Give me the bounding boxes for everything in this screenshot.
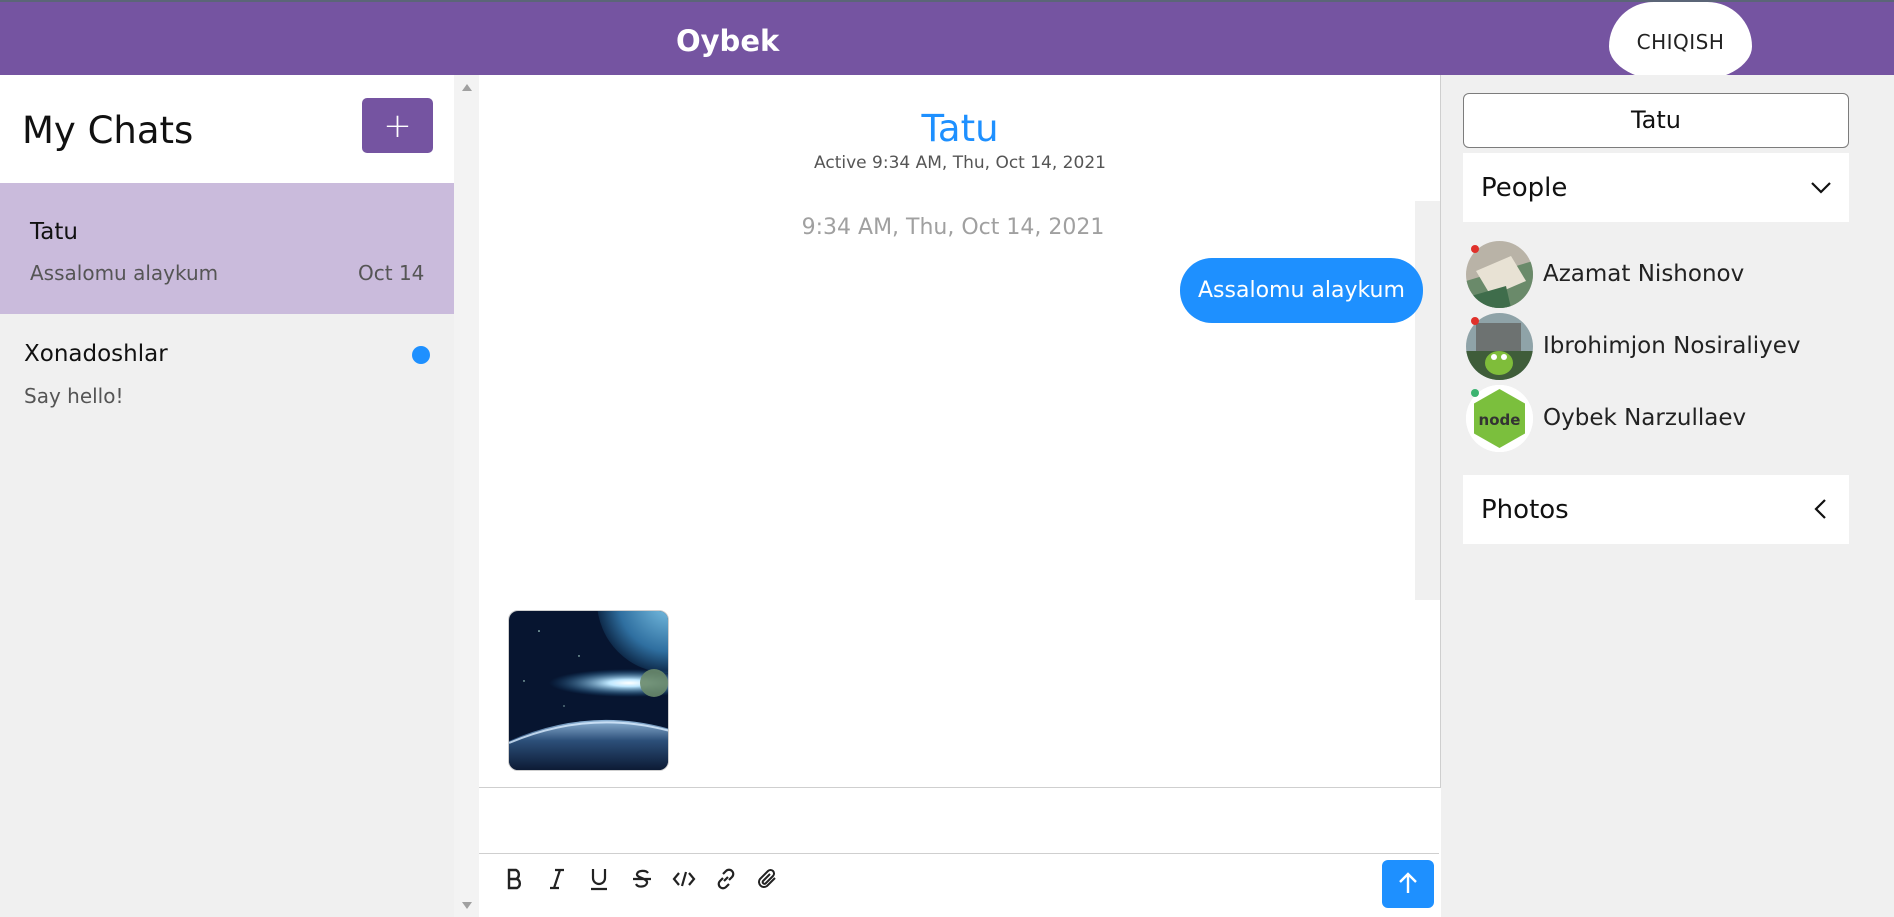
- chat-title-input[interactable]: Tatu: [1463, 93, 1849, 148]
- chat-card-date: Oct 14: [358, 261, 425, 285]
- person-name: Azamat Nishonov: [1543, 261, 1745, 287]
- bold-icon[interactable]: [501, 865, 529, 893]
- scroll-up-icon[interactable]: [462, 84, 472, 91]
- arrow-up-icon: [1397, 871, 1419, 898]
- underline-icon[interactable]: [585, 865, 613, 893]
- people-section[interactable]: People: [1463, 153, 1849, 222]
- chat-list-panel: My Chats + Tatu Assalomu alaykum Oct 14 …: [0, 75, 454, 917]
- new-chat-button[interactable]: +: [362, 98, 433, 153]
- person-row: Ibrohimjon Nosiraliyev: [1466, 313, 1846, 381]
- chevron-down-icon[interactable]: [1809, 175, 1833, 204]
- chat-feed: Tatu Active 9:34 AM, Thu, Oct 14, 2021 9…: [479, 75, 1441, 917]
- italic-icon[interactable]: [543, 865, 571, 893]
- chat-list-heading: My Chats: [22, 109, 194, 152]
- chat-subtitle: Active 9:34 AM, Thu, Oct 14, 2021: [814, 153, 1106, 173]
- top-bar: Oybek CHIQISH: [0, 0, 1894, 82]
- person-name: Oybek Narzullaev: [1543, 405, 1747, 431]
- code-icon[interactable]: [670, 865, 698, 893]
- photos-section[interactable]: Photos: [1463, 475, 1849, 544]
- chat-title: Tatu: [921, 107, 999, 150]
- chat-card-tatu[interactable]: Tatu Assalomu alaykum Oct 14: [0, 183, 454, 314]
- attachment-icon[interactable]: [754, 865, 782, 893]
- chat-card-preview: Assalomu alaykum: [30, 261, 219, 285]
- svg-text:node: node: [1479, 411, 1521, 429]
- offline-status-dot: [1471, 245, 1479, 253]
- chat-list-header: My Chats +: [0, 75, 454, 183]
- send-button[interactable]: [1382, 860, 1434, 908]
- strikethrough-icon[interactable]: [628, 865, 656, 893]
- chat-card-xonadoshlar[interactable]: Xonadoshlar Say hello!: [0, 314, 454, 424]
- message-composer: [479, 787, 1441, 917]
- person-name: Ibrohimjon Nosiraliyev: [1543, 333, 1801, 359]
- scroll-down-icon[interactable]: [462, 902, 472, 909]
- chat-card-preview: Say hello!: [24, 384, 124, 408]
- chat-list-scrollbar[interactable]: [454, 75, 479, 917]
- message-timestamp: 9:34 AM, Thu, Oct 14, 2021: [801, 215, 1105, 240]
- chat-settings-panel: Tatu People Azamat Nishonov Ibrohimjon N…: [1441, 75, 1894, 917]
- logout-button[interactable]: CHIQISH: [1609, 2, 1752, 82]
- message-bubble: Assalomu alaykum: [1180, 258, 1423, 323]
- person-row: node Oybek Narzullaev: [1466, 385, 1846, 453]
- chevron-left-icon[interactable]: [1809, 497, 1833, 526]
- chat-card-title: Tatu: [30, 219, 78, 245]
- online-status-dot: [1471, 389, 1479, 397]
- chat-card-title: Xonadoshlar: [24, 341, 168, 367]
- offline-status-dot: [1471, 317, 1479, 325]
- username-title: Oybek: [676, 24, 780, 58]
- person-row: Azamat Nishonov: [1466, 241, 1846, 309]
- people-label: People: [1481, 173, 1568, 203]
- unread-dot: [412, 346, 430, 364]
- link-icon[interactable]: [712, 865, 740, 893]
- photos-label: Photos: [1481, 495, 1569, 525]
- space-photo[interactable]: [508, 610, 669, 771]
- message-input[interactable]: [479, 788, 1439, 854]
